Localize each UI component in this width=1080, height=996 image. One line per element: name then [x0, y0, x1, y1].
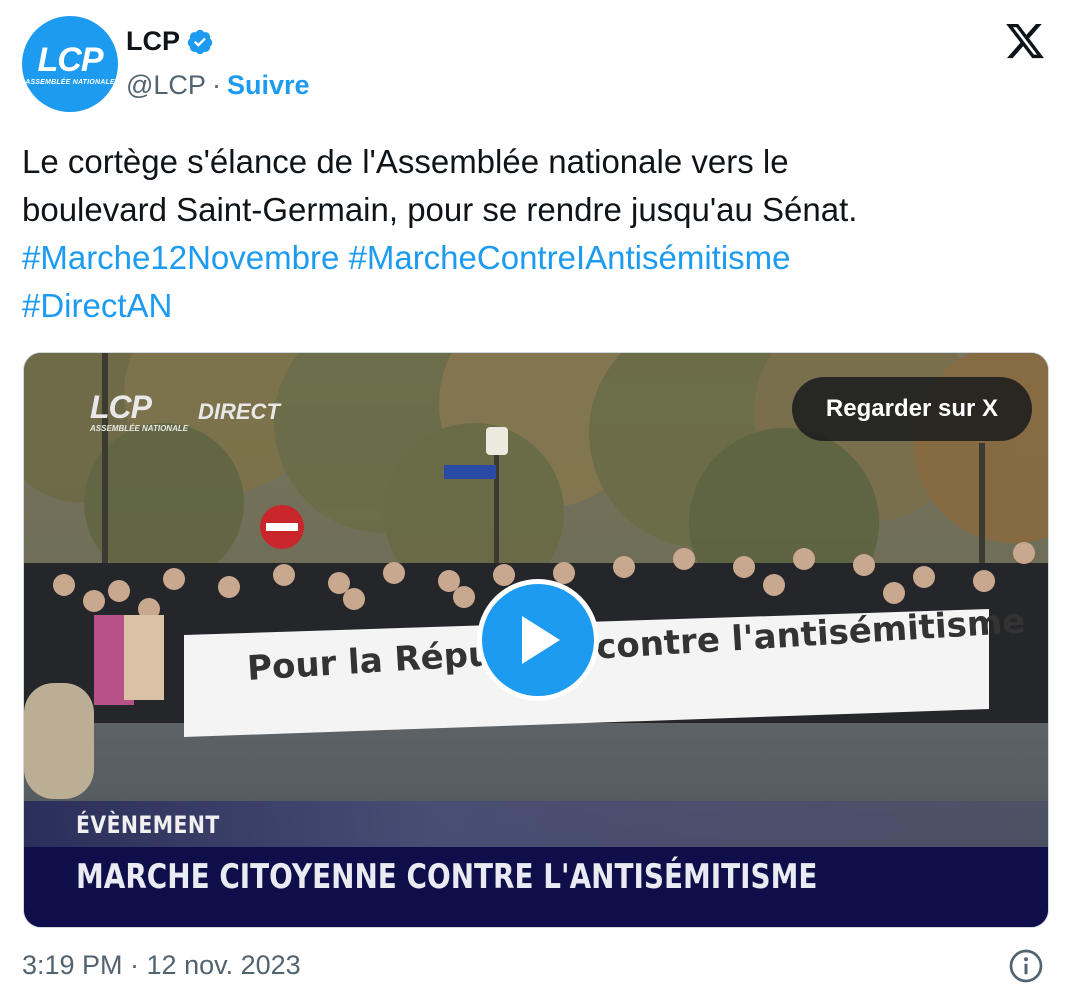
author-handle-row: @LCP · Suivre: [126, 70, 309, 101]
tweet-text-line: Le cortège s'élance de l'Assemblée natio…: [22, 143, 789, 180]
lower-third-title: MARCHE CITOYENNE CONTRE L'ANTISÉMITISME: [76, 857, 818, 897]
tweet-text-line: boulevard Saint-Germain, pour se rendre …: [22, 191, 858, 228]
hashtag-link[interactable]: #DirectAN: [22, 287, 172, 324]
info-icon[interactable]: [1008, 948, 1044, 984]
author-name-row: LCP: [126, 26, 214, 57]
channel-logo-text: LCP: [90, 389, 152, 425]
watch-on-x-button[interactable]: Regarder sur X: [791, 377, 1032, 441]
verified-badge-icon: [187, 29, 213, 54]
hashtag-row: #DirectAN: [22, 282, 1062, 330]
play-icon: [522, 616, 560, 664]
channel-logo-overlay: LCP ASSEMBLÉE NATIONALE: [90, 389, 188, 433]
lower-third-label: ÉVÈNEMENT: [76, 811, 220, 839]
author-handle[interactable]: @LCP: [126, 70, 206, 101]
channel-logo-subtext: ASSEMBLÉE NATIONALE: [90, 424, 189, 433]
tweet-card: LCP ASSEMBLÉE NATIONALE LCP @LCP · Suivr…: [0, 0, 1080, 996]
play-button[interactable]: [477, 579, 599, 701]
hashtag-row: #Marche12Novembre #MarcheContreIAntisémi…: [22, 234, 1062, 282]
x-logo-icon[interactable]: [1003, 20, 1047, 62]
separator-dot: ·: [211, 70, 221, 100]
hashtag-link[interactable]: #Marche12Novembre: [22, 239, 339, 276]
tweet-timestamp[interactable]: 3:19 PM · 12 nov. 2023: [22, 950, 301, 981]
follow-button[interactable]: Suivre: [227, 70, 310, 101]
author-name[interactable]: LCP: [126, 26, 180, 57]
avatar-logo-text: LCP: [37, 40, 104, 79]
live-label: DIRECT: [198, 399, 280, 424]
hashtag-link[interactable]: #MarcheContreIAntisémitisme: [349, 239, 791, 276]
tweet-text: Le cortège s'élance de l'Assemblée natio…: [22, 138, 1062, 330]
avatar[interactable]: LCP ASSEMBLÉE NATIONALE: [22, 16, 118, 112]
avatar-logo-subtext: ASSEMBLÉE NATIONALE: [25, 78, 115, 86]
video-player[interactable]: LCP ASSEMBLÉE NATIONALE DIRECT Pour la R…: [23, 352, 1049, 928]
